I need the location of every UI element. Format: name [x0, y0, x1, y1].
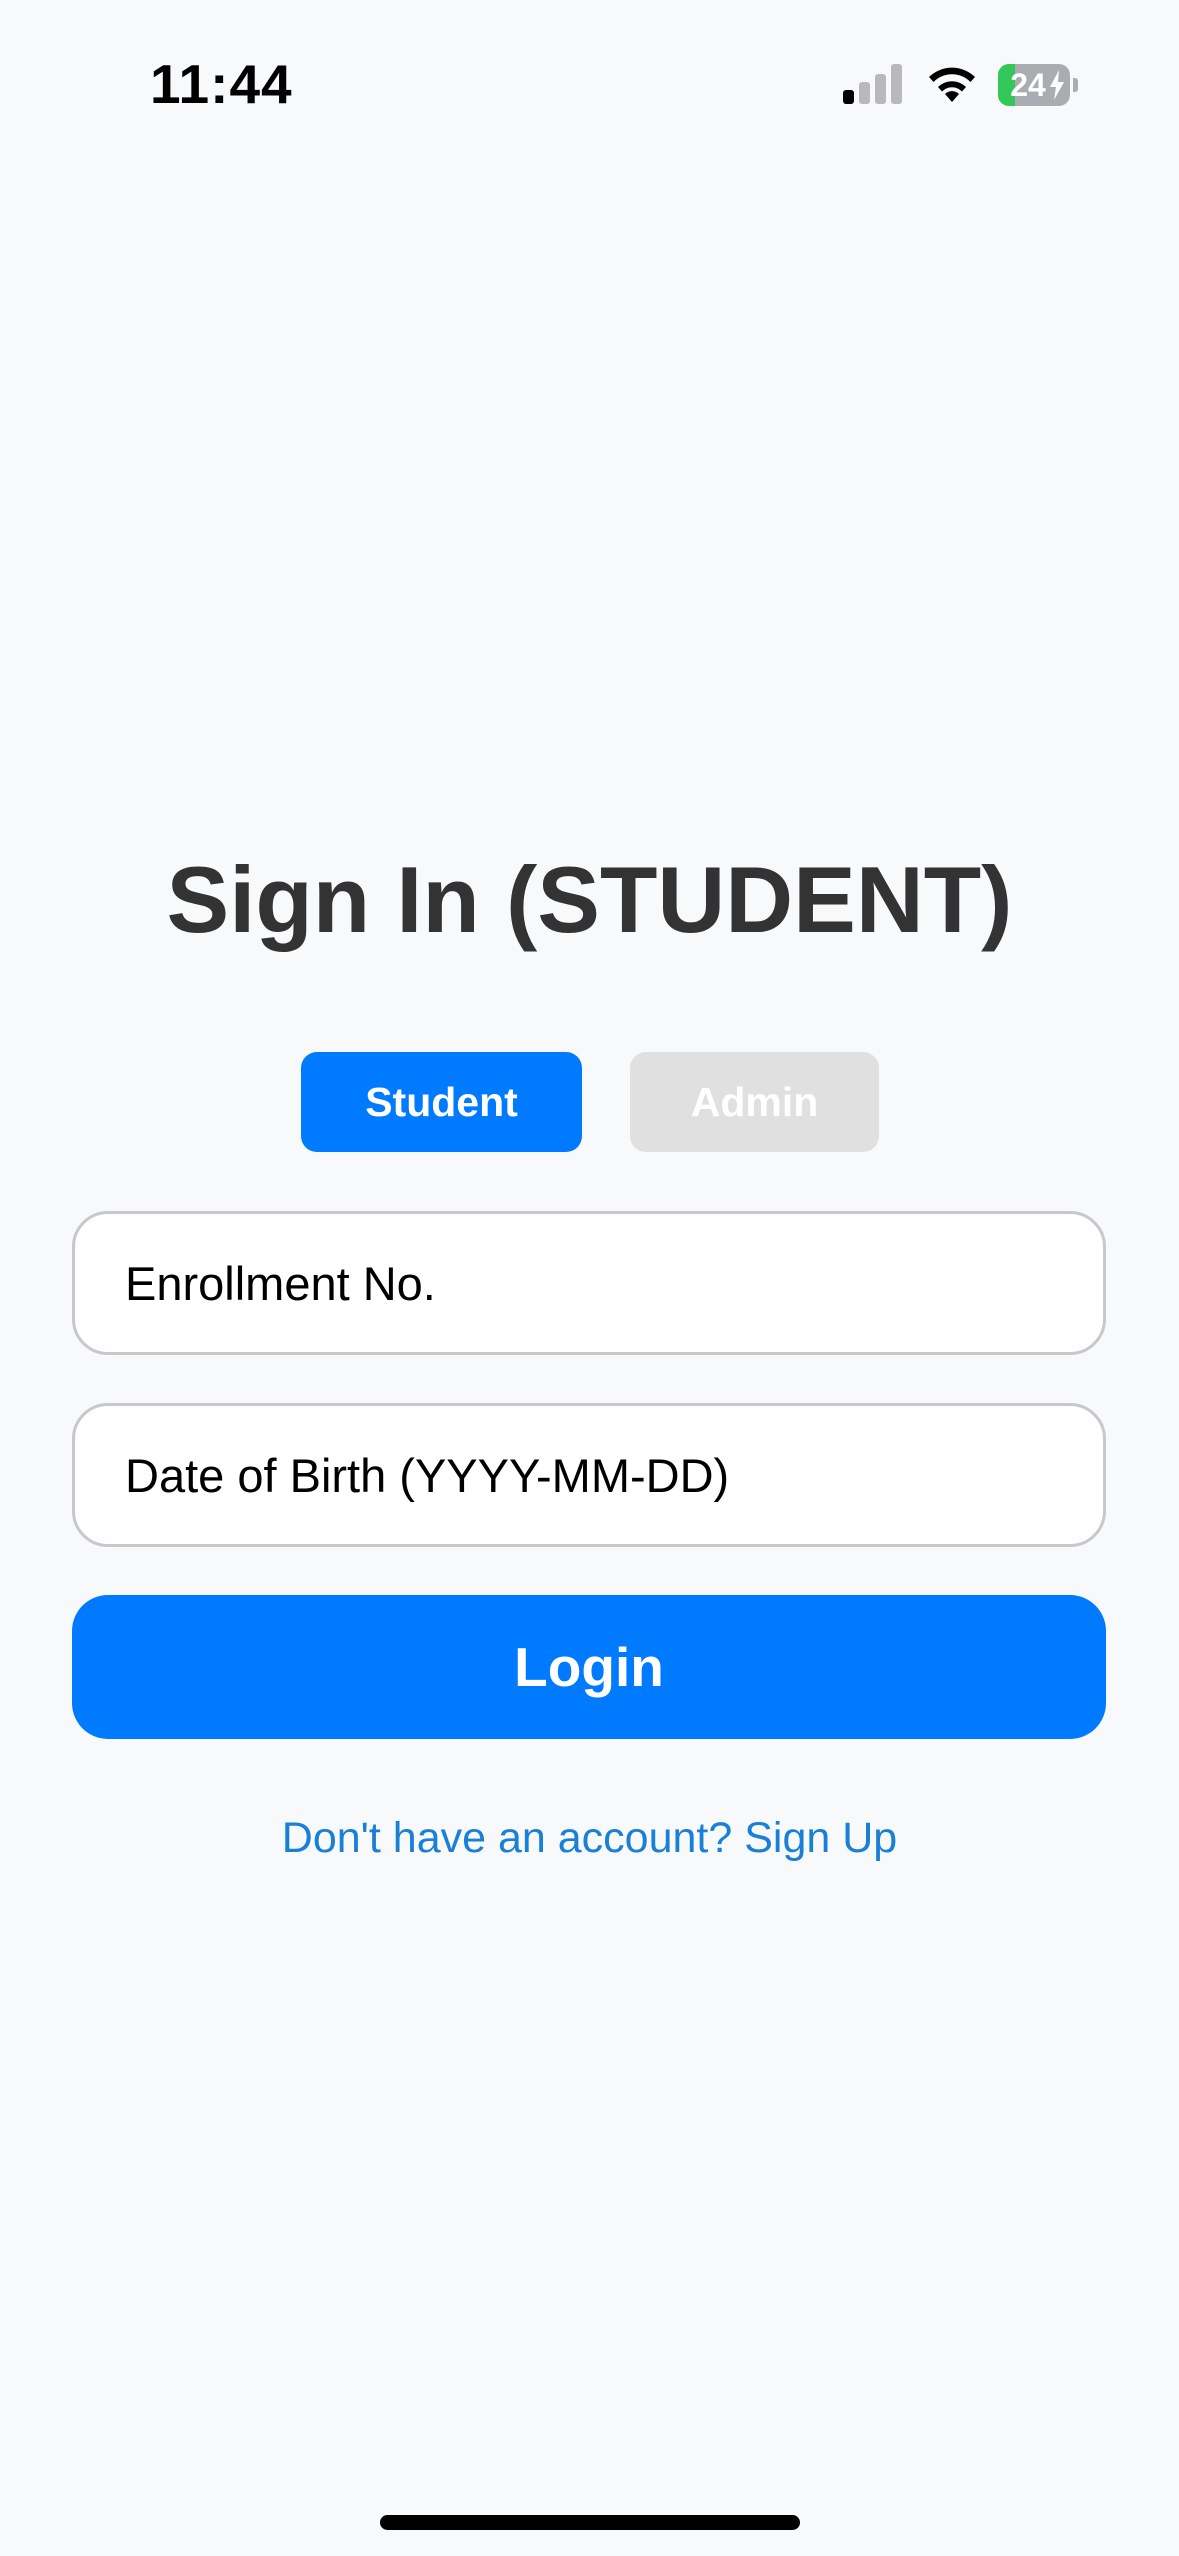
student-role-button[interactable]: Student: [301, 1052, 582, 1152]
admin-role-button[interactable]: Admin: [630, 1052, 879, 1152]
role-toggle: Student Admin: [0, 1052, 1179, 1152]
home-indicator[interactable]: [380, 2515, 800, 2530]
status-time: 11:44: [150, 53, 293, 115]
signal-bar: [859, 82, 870, 104]
wifi-icon: [929, 67, 975, 102]
signal-bar: [875, 74, 886, 104]
battery-icon: 24: [998, 64, 1078, 106]
status-bar: 11:44 24: [0, 0, 1179, 175]
cellular-signal-icon: [843, 64, 903, 104]
signal-bar: [891, 64, 902, 104]
battery-body: 24: [998, 64, 1070, 106]
signal-bar: [843, 90, 854, 104]
enrollment-number-input[interactable]: [72, 1211, 1106, 1355]
charging-bolt-icon: [1050, 70, 1064, 100]
date-of-birth-input[interactable]: [72, 1403, 1106, 1547]
login-button[interactable]: Login: [72, 1595, 1106, 1739]
battery-tip: [1073, 78, 1078, 92]
page-title: Sign In (STUDENT): [166, 847, 1013, 952]
sign-up-link[interactable]: Don't have an account? Sign Up: [0, 1808, 1179, 1868]
